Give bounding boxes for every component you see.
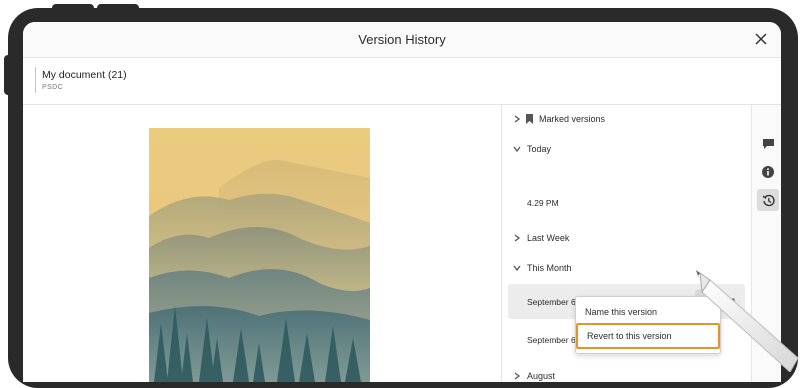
- history-icon: [762, 194, 775, 206]
- comments-button[interactable]: [757, 133, 779, 155]
- august-toggle[interactable]: August: [502, 362, 751, 382]
- version-time: 4.29 PM: [527, 198, 559, 208]
- bookmark-outline-icon: [727, 298, 735, 309]
- chevron-down-icon: [512, 144, 522, 154]
- marked-versions-toggle[interactable]: Marked versions: [502, 105, 751, 133]
- version-time: September 6: [527, 335, 576, 345]
- info-icon: [762, 166, 774, 178]
- last-week-toggle[interactable]: Last Week: [502, 224, 751, 252]
- device-button: [4, 55, 12, 95]
- chevron-down-icon: [512, 263, 522, 273]
- right-tool-rail: [751, 105, 781, 382]
- dialog-title: Version History: [358, 32, 446, 47]
- comment-icon: [762, 139, 774, 149]
- version-item[interactable]: 4.29 PM: [502, 192, 751, 214]
- this-month-toggle[interactable]: This Month: [502, 254, 751, 282]
- close-button[interactable]: [749, 27, 773, 51]
- document-name: My document (21): [42, 69, 127, 81]
- this-month-label: This Month: [527, 263, 572, 273]
- device-button: [97, 4, 139, 12]
- dialog-titlebar: Version History: [23, 22, 781, 58]
- history-button[interactable]: [757, 189, 779, 211]
- info-button[interactable]: [757, 161, 779, 183]
- name-version-menu-item[interactable]: Name this version: [576, 299, 720, 325]
- divider: [35, 67, 36, 93]
- device-button: [52, 4, 94, 12]
- chevron-right-icon: [512, 371, 522, 381]
- chevron-right-icon: [512, 114, 522, 124]
- chevron-right-icon: [512, 233, 522, 243]
- last-week-label: Last Week: [527, 233, 570, 243]
- today-label: Today: [527, 144, 552, 154]
- bookmark-version-button[interactable]: [727, 295, 735, 313]
- document-header: My document (21) PSDC: [23, 58, 781, 105]
- close-icon: [755, 33, 767, 45]
- version-context-menu: Name this version Revert to this version: [575, 296, 721, 354]
- version-preview: [23, 105, 500, 382]
- august-label: August: [527, 371, 556, 381]
- today-toggle[interactable]: Today: [502, 135, 751, 163]
- marked-versions-label: Marked versions: [539, 114, 606, 124]
- menu-item-label: Name this version: [585, 307, 658, 317]
- app-screen: Version History My document (21) PSDC Ma…: [23, 22, 781, 382]
- revert-version-menu-item[interactable]: Revert to this version: [576, 323, 720, 349]
- document-type: PSDC: [42, 84, 64, 91]
- artwork-preview-image: [149, 128, 370, 382]
- bookmark-icon: [526, 114, 533, 124]
- menu-item-label: Revert to this version: [587, 331, 672, 341]
